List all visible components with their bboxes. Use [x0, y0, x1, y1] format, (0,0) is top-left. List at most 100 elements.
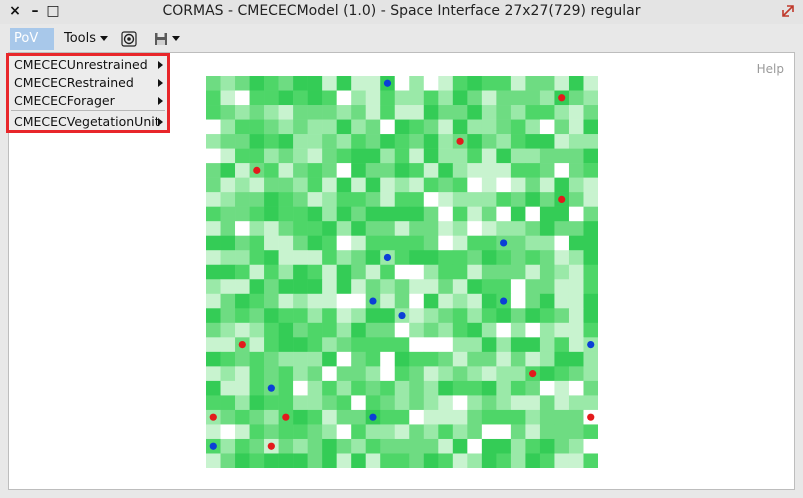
vegetation-cell[interactable]	[365, 235, 381, 251]
vegetation-cell[interactable]	[235, 177, 250, 193]
vegetation-cell[interactable]	[336, 279, 352, 295]
vegetation-cell[interactable]	[293, 409, 308, 425]
vegetation-cell[interactable]	[322, 90, 337, 106]
vegetation-cell[interactable]	[467, 351, 483, 367]
vegetation-cell[interactable]	[394, 438, 410, 454]
vegetation-cell[interactable]	[510, 177, 526, 193]
vegetation-cell[interactable]	[322, 105, 337, 120]
vegetation-cell[interactable]	[206, 453, 221, 468]
vegetation-cell[interactable]	[220, 221, 236, 237]
menu-item-vegetation-unit[interactable]: CMECECVegetationUnit	[9, 113, 167, 131]
vegetation-cell[interactable]	[583, 192, 598, 207]
vegetation-cell[interactable]	[568, 424, 584, 440]
vegetation-cell[interactable]	[235, 409, 250, 425]
vegetation-cell[interactable]	[583, 308, 598, 324]
vegetation-cell[interactable]	[220, 119, 236, 135]
vegetation-cell[interactable]	[307, 177, 323, 193]
vegetation-cell[interactable]	[365, 90, 381, 106]
vegetation-cell[interactable]	[496, 206, 512, 222]
vegetation-cell[interactable]	[554, 409, 570, 425]
vegetation-cell[interactable]	[438, 293, 454, 309]
vegetation-cell[interactable]	[452, 90, 468, 106]
red-agent[interactable]	[209, 413, 217, 421]
vegetation-cell[interactable]	[452, 148, 468, 164]
vegetation-cell[interactable]	[336, 337, 352, 353]
vegetation-cell[interactable]	[510, 395, 526, 411]
vegetation-cell[interactable]	[510, 409, 526, 425]
vegetation-cell[interactable]	[307, 235, 323, 251]
vegetation-cell[interactable]	[496, 380, 512, 396]
vegetation-cell[interactable]	[554, 279, 570, 295]
vegetation-cell[interactable]	[220, 424, 236, 440]
vegetation-cell[interactable]	[481, 380, 497, 396]
blue-agent[interactable]	[383, 253, 392, 262]
vegetation-cell[interactable]	[278, 221, 294, 237]
vegetation-cell[interactable]	[235, 250, 250, 266]
vegetation-cell[interactable]	[554, 308, 570, 324]
vegetation-cell[interactable]	[264, 293, 279, 309]
vegetation-cell[interactable]	[409, 395, 425, 411]
vegetation-cell[interactable]	[539, 453, 555, 468]
blue-agent[interactable]	[267, 384, 275, 392]
vegetation-cell[interactable]	[568, 235, 584, 251]
vegetation-cell[interactable]	[568, 206, 584, 222]
vegetation-cell[interactable]	[206, 337, 221, 353]
vegetation-cell[interactable]	[351, 409, 367, 425]
vegetation-cell[interactable]	[496, 366, 512, 382]
vegetation-cell[interactable]	[293, 438, 308, 454]
vegetation-cell[interactable]	[409, 380, 425, 396]
vegetation-cell[interactable]	[220, 206, 236, 222]
vegetation-cell[interactable]	[307, 293, 323, 309]
vegetation-cell[interactable]	[394, 76, 410, 91]
vegetation-cell[interactable]	[264, 163, 279, 178]
vegetation-cell[interactable]	[365, 192, 381, 207]
vegetation-cell[interactable]	[539, 308, 555, 324]
vegetation-cell[interactable]	[554, 337, 570, 353]
vegetation-cell[interactable]	[249, 279, 265, 295]
vegetation-cell[interactable]	[452, 279, 468, 295]
red-agent[interactable]	[282, 413, 290, 421]
vegetation-cell[interactable]	[293, 250, 308, 266]
vegetation-cell[interactable]	[409, 424, 425, 440]
vegetation-cell[interactable]	[525, 453, 541, 468]
vegetation-cell[interactable]	[510, 134, 526, 149]
vegetation-cell[interactable]	[568, 366, 584, 382]
vegetation-cell[interactable]	[206, 322, 221, 338]
vegetation-cell[interactable]	[467, 395, 483, 411]
vegetation-cell[interactable]	[336, 221, 352, 237]
vegetation-cell[interactable]	[438, 453, 454, 468]
vegetation-cell[interactable]	[206, 105, 221, 120]
vegetation-cell[interactable]	[206, 90, 221, 106]
vegetation-cell[interactable]	[235, 148, 250, 164]
vegetation-cell[interactable]	[249, 206, 265, 222]
vegetation-cell[interactable]	[525, 163, 541, 178]
vegetation-cell[interactable]	[307, 90, 323, 106]
vegetation-cell[interactable]	[554, 250, 570, 266]
vegetation-cell[interactable]	[583, 264, 598, 280]
vegetation-cell[interactable]	[235, 279, 250, 295]
vegetation-cell[interactable]	[336, 105, 352, 120]
vegetation-cell[interactable]	[249, 76, 265, 91]
blue-agent[interactable]	[383, 79, 392, 87]
red-agent[interactable]	[267, 442, 275, 450]
vegetation-cell[interactable]	[568, 221, 584, 237]
vegetation-cell[interactable]	[409, 438, 425, 454]
vegetation-cell[interactable]	[220, 76, 236, 91]
vegetation-cell[interactable]	[235, 453, 250, 468]
vegetation-cell[interactable]	[423, 119, 439, 135]
vegetation-cell[interactable]	[568, 337, 584, 353]
vegetation-cell[interactable]	[510, 424, 526, 440]
vegetation-cell[interactable]	[293, 148, 308, 164]
vegetation-cell[interactable]	[525, 105, 541, 120]
vegetation-cell[interactable]	[351, 250, 367, 266]
vegetation-cell[interactable]	[438, 134, 454, 149]
vegetation-cell[interactable]	[394, 206, 410, 222]
vegetation-cell[interactable]	[467, 221, 483, 237]
vegetation-cell[interactable]	[278, 424, 294, 440]
vegetation-cell[interactable]	[438, 250, 454, 266]
vegetation-cell[interactable]	[365, 322, 381, 338]
vegetation-cell[interactable]	[336, 134, 352, 149]
vegetation-cell[interactable]	[307, 250, 323, 266]
vegetation-cell[interactable]	[365, 264, 381, 280]
vegetation-cell[interactable]	[409, 148, 425, 164]
